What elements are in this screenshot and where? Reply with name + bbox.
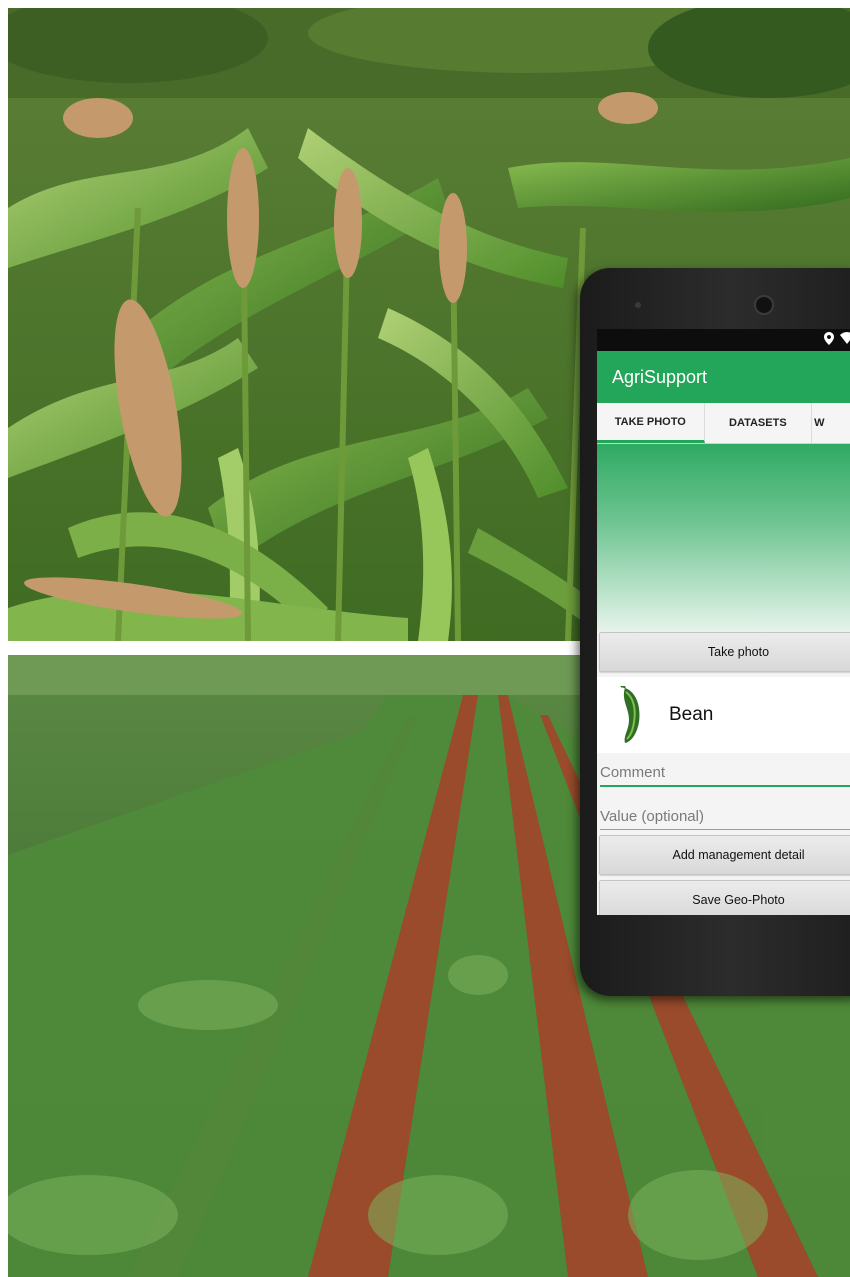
add-management-detail-button[interactable]: Add management detail — [599, 835, 850, 875]
status-bar — [597, 329, 850, 351]
comment-input[interactable] — [600, 759, 850, 785]
tab-bar: TAKE PHOTO DATASETS W — [597, 403, 850, 444]
save-geo-photo-button[interactable]: Save Geo-Photo — [599, 880, 850, 915]
tab-third[interactable]: W — [812, 403, 850, 443]
phone-front-camera — [754, 295, 774, 315]
take-photo-button[interactable]: Take photo — [599, 632, 850, 672]
wifi-icon — [840, 332, 850, 348]
phone-speaker — [635, 302, 641, 308]
value-field-container — [600, 799, 850, 830]
camera-preview — [597, 444, 850, 632]
crop-name: Bean — [669, 704, 714, 725]
app-screen: AgriSupport TAKE PHOTO DATASETS W Take p… — [597, 329, 850, 915]
app-title: AgriSupport — [612, 366, 708, 387]
tab-datasets[interactable]: DATASETS — [705, 403, 813, 443]
bean-pod-icon — [620, 686, 640, 743]
location-icon — [824, 332, 834, 349]
tab-take-photo[interactable]: TAKE PHOTO — [597, 403, 705, 443]
comment-field-container — [600, 755, 850, 787]
crop-selector[interactable]: Bean — [597, 677, 850, 753]
value-input[interactable] — [600, 803, 850, 829]
app-bar: AgriSupport — [597, 351, 850, 403]
phone-device: AgriSupport TAKE PHOTO DATASETS W Take p… — [580, 268, 850, 996]
